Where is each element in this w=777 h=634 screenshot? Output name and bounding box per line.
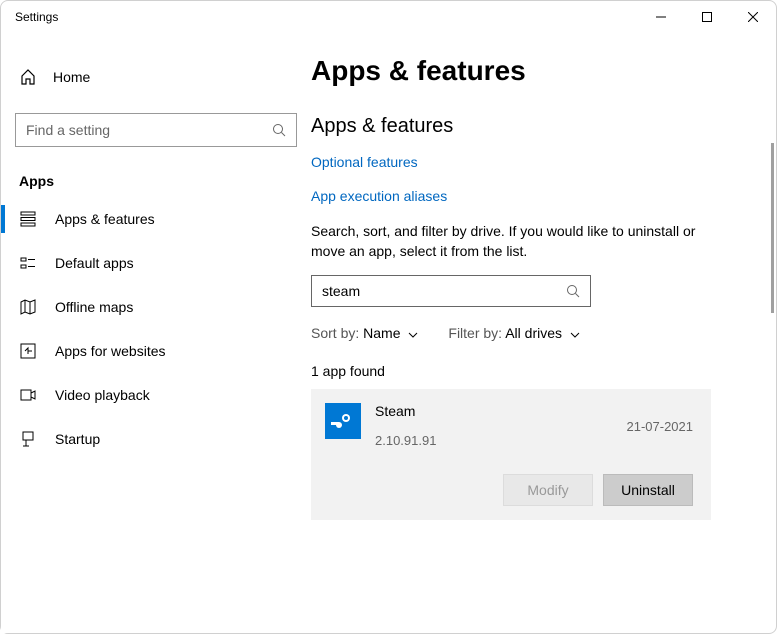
home-icon [19,68,37,86]
video-playback-icon [19,386,37,404]
sidebar-item-label: Video playback [55,387,150,403]
sidebar-item-label: Offline maps [55,299,133,315]
sidebar-item-label: Default apps [55,255,134,271]
search-value: steam [322,283,566,299]
offline-maps-icon [19,298,37,316]
window-controls [638,1,776,33]
section-title: Apps & features [311,115,746,138]
app-list-item[interactable]: Steam 2.10.91.91 21-07-2021 Modify Unins… [311,389,711,520]
filter-label: Filter by: [448,325,502,341]
optional-features-link[interactable]: Optional features [311,154,746,170]
main-content: Apps & features Apps & features Optional… [311,33,776,633]
app-version: 2.10.91.91 [375,433,613,448]
sort-dropdown[interactable]: Sort by: Name [311,325,418,341]
home-label: Home [53,69,90,85]
sidebar-item-offline-maps[interactable]: Offline maps [1,285,311,329]
default-apps-icon [19,254,37,272]
sidebar-item-apps-websites[interactable]: Apps for websites [1,329,311,373]
chevron-down-icon [408,325,418,341]
app-search-input[interactable]: steam [311,275,591,307]
search-icon [566,284,580,298]
modify-button: Modify [503,474,593,506]
apps-websites-icon [19,342,37,360]
sidebar-item-label: Apps for websites [55,343,166,359]
sidebar-item-startup[interactable]: Startup [1,417,311,461]
sidebar-item-label: Apps & features [55,211,155,227]
sort-value: Name [363,325,400,341]
filter-value: All drives [505,325,562,341]
chevron-down-icon [570,325,580,341]
sidebar-item-apps-features[interactable]: Apps & features [1,197,311,241]
settings-search-input[interactable]: Find a setting [15,113,297,147]
uninstall-button[interactable]: Uninstall [603,474,693,506]
maximize-button[interactable] [684,1,730,33]
description-text: Search, sort, and filter by drive. If yo… [311,222,711,261]
titlebar: Settings [1,1,776,33]
app-execution-aliases-link[interactable]: App execution aliases [311,188,746,204]
search-icon [272,123,286,137]
apps-features-icon [19,210,37,228]
filter-dropdown[interactable]: Filter by: All drives [448,325,580,341]
sidebar-item-default-apps[interactable]: Default apps [1,241,311,285]
app-install-date: 21-07-2021 [627,419,694,448]
page-title: Apps & features [311,55,746,87]
steam-icon [325,403,361,439]
sidebar-item-video-playback[interactable]: Video playback [1,373,311,417]
window-title: Settings [15,10,58,24]
startup-icon [19,430,37,448]
results-count: 1 app found [311,363,746,379]
search-placeholder: Find a setting [26,122,272,138]
sidebar-item-label: Startup [55,431,100,447]
sidebar: Home Find a setting Apps Apps & features… [1,33,311,633]
section-label: Apps [19,173,311,189]
home-nav[interactable]: Home [1,57,311,97]
minimize-button[interactable] [638,1,684,33]
close-button[interactable] [730,1,776,33]
sort-label: Sort by: [311,325,359,341]
scrollbar[interactable] [771,143,774,313]
app-name: Steam [375,403,613,419]
